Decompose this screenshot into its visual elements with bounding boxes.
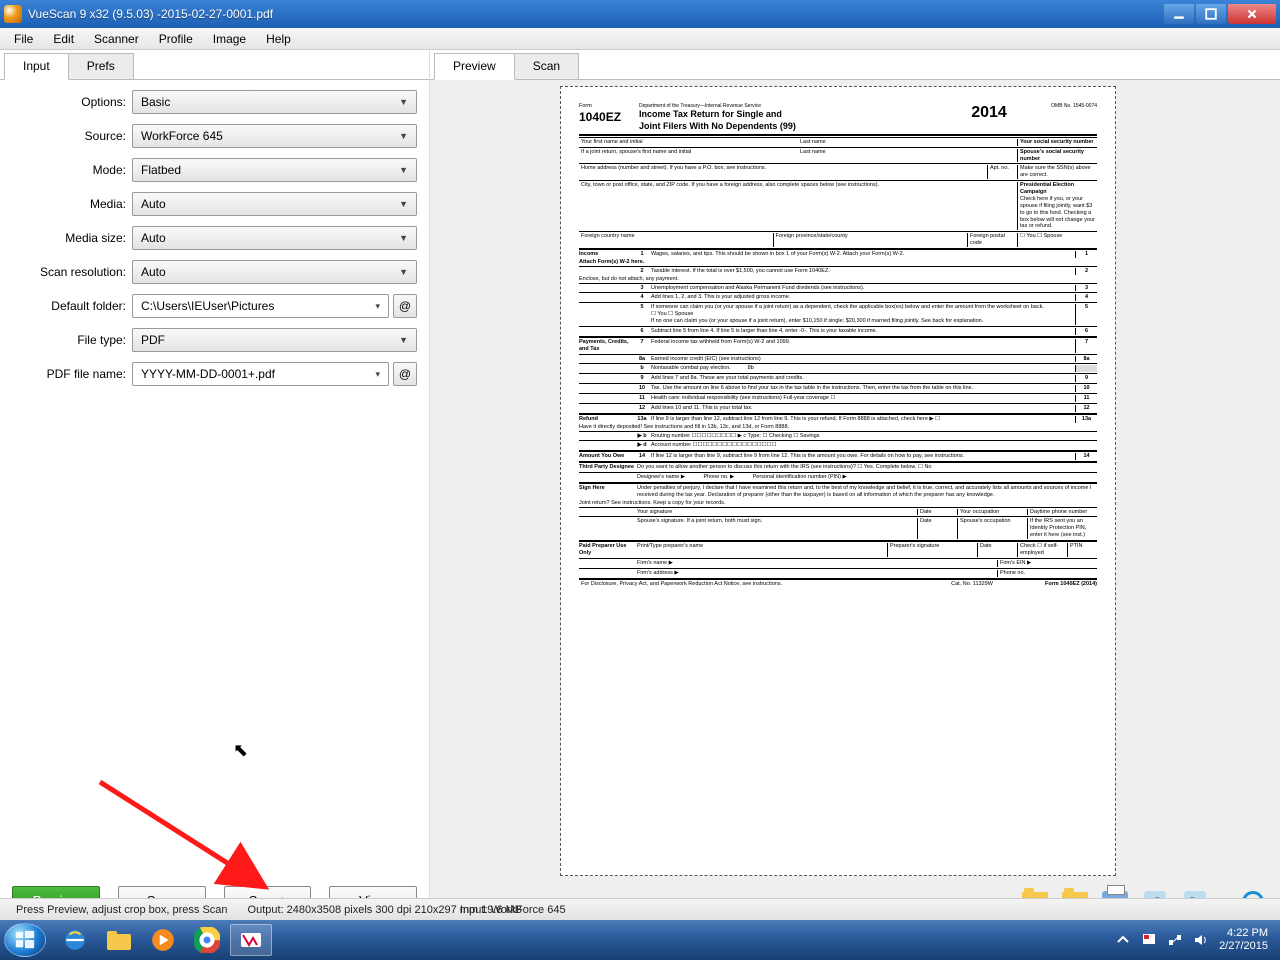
status-left: Press Preview, adjust crop box, press Sc… (6, 904, 238, 916)
tray-flag-icon[interactable] (1141, 932, 1157, 948)
window-titlebar: VueScan 9 x32 (9.5.03) -2015-02-27-0001.… (0, 0, 1280, 28)
dropdown-media-size[interactable]: Auto▼ (132, 226, 417, 250)
maximize-button[interactable] (1196, 4, 1226, 24)
label-default-folder: Default folder: (12, 299, 132, 313)
dropdown-options[interactable]: Basic▼ (132, 90, 417, 114)
label-options: Options: (12, 95, 132, 109)
left-tabs: Input Prefs (0, 50, 429, 80)
at-button-folder[interactable]: @ (393, 294, 417, 318)
tab-preview[interactable]: Preview (434, 53, 515, 80)
right-panel: Preview Scan Form1040EZ Department of th… (430, 50, 1280, 920)
label-media-size: Media size: (12, 231, 132, 245)
scanned-document: Form1040EZ Department of the Treasury—In… (579, 103, 1097, 843)
close-button[interactable] (1228, 4, 1276, 24)
taskbar-explorer-icon[interactable] (98, 924, 140, 956)
annotation-arrow-icon (90, 772, 290, 902)
tray-volume-icon[interactable] (1193, 932, 1209, 948)
dropdown-source[interactable]: WorkForce 645▼ (132, 124, 417, 148)
menu-image[interactable]: Image (203, 30, 256, 48)
window-title: VueScan 9 x32 (9.5.03) -2015-02-27-0001.… (28, 7, 1162, 21)
at-button-pdfname[interactable]: @ (393, 362, 417, 386)
dropdown-file-type[interactable]: PDF▼ (132, 328, 417, 352)
taskbar-chrome-icon[interactable] (186, 924, 228, 956)
crop-box[interactable]: Form1040EZ Department of the Treasury—In… (560, 86, 1116, 876)
taskbar-media-icon[interactable] (142, 924, 184, 956)
minimize-button[interactable] (1164, 4, 1194, 24)
preview-area[interactable]: Form1040EZ Department of the Treasury—In… (430, 80, 1280, 920)
mouse-cursor-icon: ⬉ (233, 740, 248, 761)
label-source: Source: (12, 129, 132, 143)
tab-prefs[interactable]: Prefs (68, 53, 134, 79)
menu-help[interactable]: Help (256, 30, 301, 48)
input-pdf-name[interactable]: YYYY-MM-DD-0001+.pdf▾ (132, 362, 389, 386)
start-button[interactable] (4, 923, 46, 957)
status-mid: Input: WorkForce 645 (450, 904, 576, 916)
tray-clock[interactable]: 4:22 PM2/27/2015 (1219, 927, 1268, 952)
taskbar-ie-icon[interactable] (54, 924, 96, 956)
menu-edit[interactable]: Edit (43, 30, 84, 48)
status-bar: Press Preview, adjust crop box, press Sc… (0, 898, 1280, 920)
tray-up-icon[interactable] (1115, 932, 1131, 948)
dropdown-scan-res[interactable]: Auto▼ (132, 260, 417, 284)
label-mode: Mode: (12, 163, 132, 177)
label-file-type: File type: (12, 333, 132, 347)
tray-network-icon[interactable] (1167, 932, 1183, 948)
dropdown-media[interactable]: Auto▼ (132, 192, 417, 216)
app-icon (4, 5, 22, 23)
menu-scanner[interactable]: Scanner (84, 30, 149, 48)
input-default-folder[interactable]: C:\Users\IEUser\Pictures▾ (132, 294, 389, 318)
label-pdf-name: PDF file name: (12, 367, 132, 381)
menubar: File Edit Scanner Profile Image Help (0, 28, 1280, 50)
system-tray: 4:22 PM2/27/2015 (1115, 927, 1276, 952)
label-scan-res: Scan resolution: (12, 265, 132, 279)
taskbar-vuescan-icon[interactable] (230, 924, 272, 956)
tab-scan[interactable]: Scan (514, 53, 579, 79)
dropdown-mode[interactable]: Flatbed▼ (132, 158, 417, 182)
right-tabs: Preview Scan (430, 50, 1280, 80)
label-media: Media: (12, 197, 132, 211)
status-right: Output: 2480x3508 pixels 300 dpi 210x297… (238, 904, 1274, 916)
menu-profile[interactable]: Profile (149, 30, 203, 48)
taskbar: 4:22 PM2/27/2015 (0, 920, 1280, 960)
tab-input[interactable]: Input (4, 53, 69, 80)
left-panel: Input Prefs Options:Basic▼ Source:WorkFo… (0, 50, 430, 920)
menu-file[interactable]: File (4, 30, 43, 48)
